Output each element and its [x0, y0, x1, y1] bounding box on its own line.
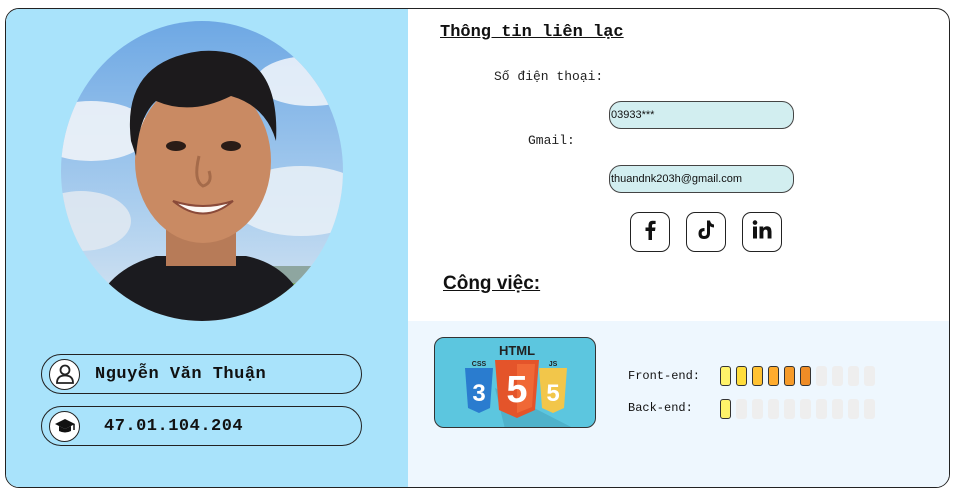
avatar	[61, 21, 343, 321]
skill-segment	[864, 366, 875, 386]
skill-segment	[720, 366, 731, 386]
backend-label: Back-end:	[628, 401, 693, 415]
linkedin-link[interactable]	[742, 212, 782, 252]
skill-segment	[752, 399, 763, 419]
skill-segment	[784, 399, 795, 419]
badge-html-text: HTML	[499, 343, 535, 358]
skill-segment	[736, 366, 747, 386]
skill-segment	[736, 399, 747, 419]
skill-segment	[784, 366, 795, 386]
skill-segment	[768, 399, 779, 419]
backend-skill-bar	[720, 399, 875, 419]
html-css-js-badge: HTML CSS 3 JS 5 5	[434, 337, 596, 428]
svg-text:5: 5	[546, 380, 559, 407]
skill-segment	[720, 399, 731, 419]
frontend-label: Front-end:	[628, 369, 701, 383]
frontend-skill-bar	[720, 366, 875, 386]
phone-field[interactable]: 03933***	[609, 101, 794, 129]
profile-name: Nguyễn Văn Thuận	[95, 364, 267, 384]
tiktok-link[interactable]	[686, 212, 726, 252]
facebook-icon	[643, 220, 657, 245]
skill-segment	[752, 366, 763, 386]
skill-segment	[864, 399, 875, 419]
skill-segment	[816, 399, 827, 419]
contact-heading: Thông tin liên lạc	[440, 23, 624, 42]
skill-segment	[832, 366, 843, 386]
skill-segment	[816, 366, 827, 386]
name-pill: Nguyễn Văn Thuận	[41, 354, 362, 394]
skill-segment	[848, 366, 859, 386]
graduation-cap-icon	[49, 410, 80, 442]
skill-segment	[800, 399, 811, 419]
svg-text:5: 5	[506, 369, 527, 411]
svg-text:3: 3	[472, 380, 485, 407]
skill-segment	[800, 366, 811, 386]
student-id: 47.01.104.204	[104, 416, 244, 436]
skill-segment	[768, 366, 779, 386]
email-label: Gmail:	[528, 133, 575, 148]
linkedin-icon	[752, 220, 772, 244]
skill-segment	[832, 399, 843, 419]
tiktok-icon	[697, 220, 715, 245]
badge-js-text: JS	[549, 361, 558, 368]
user-icon	[49, 358, 80, 390]
skill-segment	[848, 399, 859, 419]
student-id-pill: 47.01.104.204	[41, 406, 362, 446]
phone-label: Số điện thoại:	[494, 69, 604, 84]
email-field[interactable]: thuandnk203h@gmail.com	[609, 165, 794, 193]
facebook-link[interactable]	[630, 212, 670, 252]
badge-css-text: CSS	[472, 361, 487, 368]
work-heading: Công việc:	[443, 273, 541, 294]
